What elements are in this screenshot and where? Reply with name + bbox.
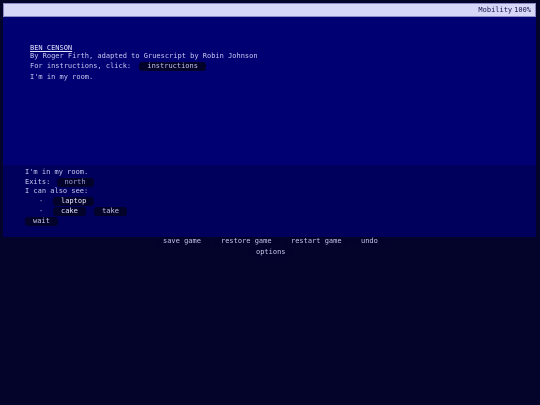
- byline: By Roger Firth, adapted to Gruescript by…: [30, 52, 258, 60]
- restore-button-wrap: restore game: [213, 237, 280, 246]
- exits-label: Exits:: [25, 178, 51, 186]
- status-bar: Mobility 100%: [3, 3, 536, 17]
- room-panel: I'm in my room. Exits: north I can also …: [3, 165, 536, 237]
- panel-location: I'm in my room.: [25, 168, 89, 176]
- exits-line: Exits: north: [25, 178, 94, 187]
- instructions-button[interactable]: instructions: [139, 62, 206, 71]
- item-row-laptop: - laptop: [39, 197, 95, 206]
- undo-button[interactable]: undo: [353, 237, 386, 246]
- save-button-wrap: save game: [155, 237, 209, 246]
- options-button[interactable]: options: [248, 248, 294, 257]
- restart-button-wrap: restart game: [283, 237, 350, 246]
- mobility-label: Mobility: [478, 6, 513, 14]
- see-label: I can also see:: [25, 187, 89, 195]
- wait-row: wait: [25, 217, 58, 226]
- exit-north-button[interactable]: north: [56, 178, 94, 187]
- story-area: BEN CENSON By Roger Firth, adapted to Gr…: [3, 17, 536, 165]
- game-page: Mobility 100% BEN CENSON By Roger Firth, …: [0, 0, 540, 405]
- restart-game-button[interactable]: restart game: [283, 237, 350, 246]
- mobility-status: Mobility 100%: [476, 4, 531, 16]
- item-row-cake: - cake take: [39, 207, 127, 216]
- item-cake-button[interactable]: cake: [53, 207, 86, 216]
- save-game-button[interactable]: save game: [155, 237, 209, 246]
- options-button-wrap: options: [248, 248, 294, 257]
- item-bullet: -: [39, 197, 44, 205]
- item-laptop-button[interactable]: laptop: [53, 197, 95, 206]
- item-bullet: -: [39, 207, 44, 215]
- undo-button-wrap: undo: [353, 237, 386, 246]
- command-area: save game restore game restart game undo…: [0, 237, 540, 405]
- mobility-value: 100%: [514, 6, 531, 14]
- take-cake-button[interactable]: take: [94, 207, 127, 216]
- instructions-prompt: For instructions, click:: [30, 62, 132, 70]
- restore-game-button[interactable]: restore game: [213, 237, 280, 246]
- location-text: I'm in my room.: [30, 73, 94, 81]
- instructions-line: For instructions, click: instructions: [30, 62, 206, 71]
- wait-button[interactable]: wait: [25, 217, 58, 226]
